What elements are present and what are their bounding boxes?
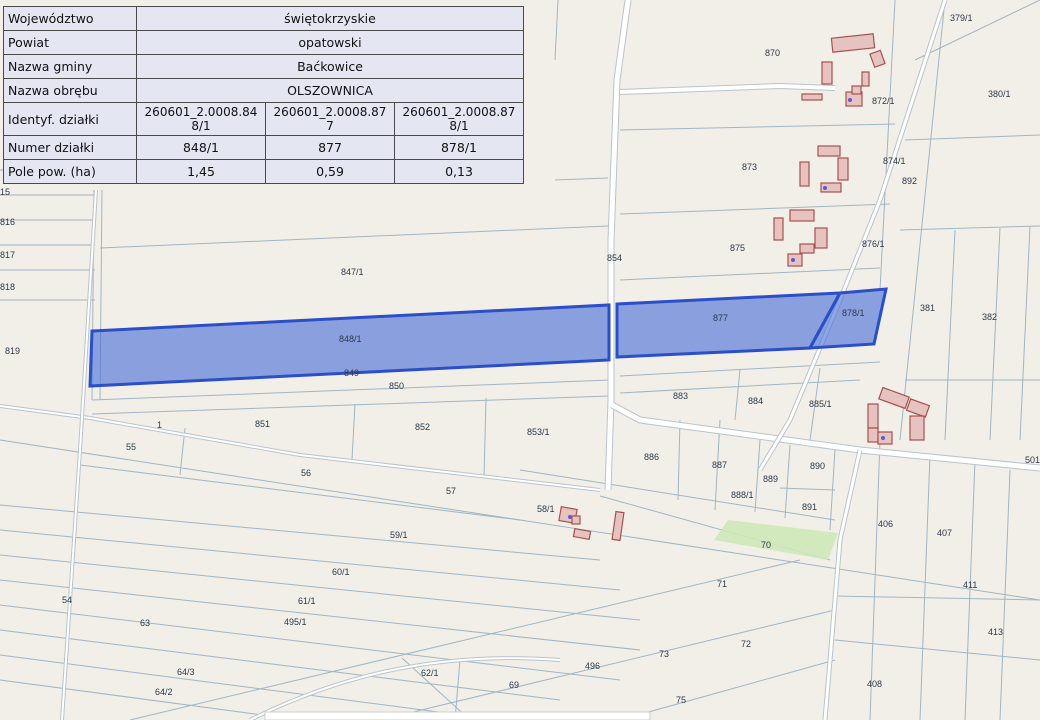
parcel-label: 73 [659,649,669,659]
parcel-label: 382 [982,312,997,322]
parcel-label: 1 [157,420,162,430]
parcel-label: 849 [344,368,359,378]
parcel-label: 59/1 [390,530,408,540]
parcel-label: 870 [765,48,780,58]
parcel-label: 848/1 [339,334,362,344]
parcel-label: 411 [963,580,977,590]
parcel-label: 877 [713,313,728,323]
parcel-label: 381 [920,303,935,313]
parcel-number-cell: 878/1 [394,135,524,160]
parcel-label: 874/1 [883,156,906,166]
parcel-area-cell: 0,13 [394,159,524,184]
parcel-label: 888/1 [731,490,754,500]
parcel-label: 816 [0,217,15,227]
table-row: Identyf. działki 260601_2.0008.848/1 260… [3,102,524,136]
county-value: opatowski [136,30,524,55]
row-label-parcel-number: Numer działki [3,135,137,160]
parcel-info-table: Województwo świętokrzyskie Powiat opatow… [3,6,524,184]
parcel-label: 72 [741,639,751,649]
parcel-label: 854 [607,253,622,263]
parcel-label: 75 [676,695,686,705]
table-row: Pole pow. (ha) 1,45 0,59 0,13 [3,159,524,184]
table-row: Nazwa obrębu OLSZOWNICA [3,78,524,103]
parcel-label: 406 [878,519,893,529]
parcel-label: 889 [763,474,778,484]
parcel-label: 408 [867,679,882,689]
parcel-id-cell: 260601_2.0008.878/1 [394,102,524,136]
parcel-label: 413 [988,627,1003,637]
table-row: Numer działki 848/1 877 878/1 [3,135,524,160]
parcel-label: 58/1 [537,504,555,514]
parcel-label: 501 [1025,455,1040,465]
row-label-voivodeship: Województwo [3,6,137,31]
row-label-area: Pole pow. (ha) [3,159,137,184]
voivodeship-value: świętokrzyskie [136,6,524,31]
parcel-label: 15 [0,187,10,197]
parcel-label: 852 [415,422,430,432]
row-label-parcel-id: Identyf. działki [3,102,137,136]
parcel-label: 64/3 [177,667,195,677]
parcel-label: 63 [140,618,150,628]
parcel-label: 54 [62,595,72,605]
map-viewer: 379/1 870 380/1 872/1 873 874/1 892 15 8… [0,0,1040,720]
parcel-label: 891 [802,502,817,512]
parcel-label: 56 [301,468,311,478]
parcel-label: 850 [389,381,404,391]
parcel-label: 872/1 [872,96,895,106]
parcel-label: 71 [717,579,727,589]
parcel-label: 886 [644,452,659,462]
parcel-label: 876/1 [862,239,885,249]
parcel-label: 885/1 [809,399,832,409]
parcel-label: 64/2 [155,687,173,697]
parcel-label: 847/1 [341,267,364,277]
parcel-label: 883 [673,391,688,401]
parcel-label: 890 [810,461,825,471]
parcel-label: 407 [937,528,952,538]
parcel-label: 878/1 [842,308,865,318]
parcel-877-highlight[interactable] [615,291,843,359]
parcel-label: 817 [0,250,15,260]
parcel-label: 884 [748,396,763,406]
parcel-number-cell: 848/1 [136,135,266,160]
parcel-label: 818 [0,282,15,292]
row-label-precinct: Nazwa obrębu [3,78,137,103]
table-row: Nazwa gminy Baćkowice [3,54,524,79]
parcel-label: 379/1 [950,13,973,23]
table-row: Województwo świętokrzyskie [3,6,524,31]
parcel-area-cell: 1,45 [136,159,266,184]
parcel-id-cell: 260601_2.0008.848/1 [136,102,266,136]
parcel-label: 496 [585,661,600,671]
precinct-value: OLSZOWNICA [136,78,524,103]
parcel-label: 61/1 [298,596,316,606]
parcel-label: 62/1 [421,668,439,678]
parcel-label: 892 [902,176,917,186]
parcel-label: 69 [509,680,519,690]
parcel-id-cell: 260601_2.0008.877 [265,102,395,136]
parcel-label: 70 [761,540,771,550]
parcel-label: 875 [730,243,745,253]
parcel-label: 57 [446,486,456,496]
parcel-label: 495/1 [284,617,307,627]
row-label-county: Powiat [3,30,137,55]
parcel-label: 60/1 [332,567,350,577]
scale-bar [264,711,651,720]
parcel-number-cell: 877 [265,135,395,160]
parcel-label: 55 [126,442,136,452]
table-row: Powiat opatowski [3,30,524,55]
parcel-area-cell: 0,59 [265,159,395,184]
parcel-label: 380/1 [988,89,1011,99]
parcel-label: 853/1 [527,427,550,437]
parcel-label: 887 [712,460,727,470]
row-label-commune: Nazwa gminy [3,54,137,79]
parcel-label: 873 [742,162,757,172]
commune-value: Baćkowice [136,54,524,79]
parcel-label: 851 [255,419,270,429]
parcel-label: 819 [5,346,20,356]
